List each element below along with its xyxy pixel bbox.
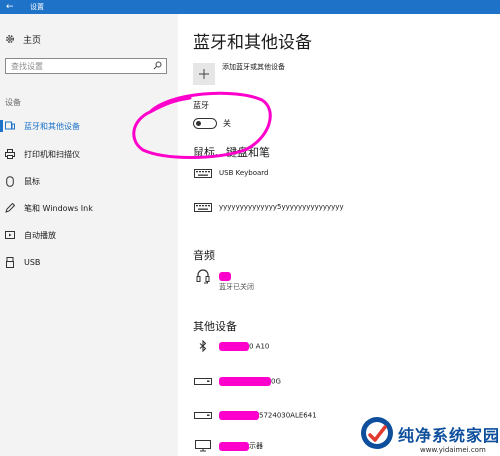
sidebar-home-label: 主页 — [23, 35, 42, 46]
sidebar-item-printers[interactable]: 打印机和扫描仪 — [0, 143, 178, 165]
bluetooth-state: 关 — [223, 119, 231, 128]
sidebar-item-pen[interactable]: 笔和 Windows Ink — [0, 197, 178, 219]
gear-icon — [6, 35, 14, 43]
watermark-url: www.yidaimei.com — [420, 446, 486, 454]
redaction-scribble — [219, 341, 249, 351]
drive-icon — [193, 407, 213, 423]
redaction-scribble — [219, 271, 231, 281]
sidebar-item-bluetooth[interactable]: 蓝牙和其他设备 — [0, 115, 178, 137]
device-name: yyyyyyyyyyyyyy5yyyyyyyyyyyyyyy — [219, 203, 344, 211]
window-title: 设置 — [30, 3, 44, 11]
back-button[interactable]: ← — [6, 0, 14, 14]
device-status: 蓝牙已关闭 — [219, 283, 254, 291]
keyboard-icon — [193, 199, 213, 215]
watermark-brand: 纯净系统家园 — [398, 426, 500, 445]
add-device-label[interactable]: 添加蓝牙或其他设备 — [222, 62, 285, 72]
sidebar-category: 设备 — [5, 98, 21, 107]
watermark-logo-icon — [361, 417, 393, 449]
device-name: 示器 — [219, 441, 263, 451]
sidebar-item-label: 笔和 Windows Ink — [24, 203, 93, 213]
sidebar-item-label: 打印机和扫描仪 — [24, 149, 80, 159]
usb-icon — [4, 256, 16, 268]
autoplay-icon — [4, 230, 16, 240]
sidebar-item-usb[interactable]: USB — [0, 251, 178, 273]
watermark: 纯净系统家园 www.yidaimei.com — [360, 414, 500, 456]
bluetooth-icon — [193, 338, 213, 354]
sidebar-item-label: USB — [24, 257, 41, 267]
mouse-icon — [4, 175, 16, 187]
sidebar-item-autoplay[interactable]: 自动播放 — [0, 224, 178, 246]
page-title: 蓝牙和其他设备 — [193, 33, 312, 53]
pen-icon — [4, 203, 16, 213]
printer-icon — [4, 149, 16, 159]
device-other-1[interactable]: 0 A10 — [193, 338, 269, 354]
main-content: 蓝牙和其他设备 添加蓝牙或其他设备 蓝牙 关 鼠标、键盘和笔 USB Keybo… — [178, 14, 500, 456]
device-name-redacted — [219, 271, 231, 281]
keyboard-icon — [193, 165, 213, 181]
audio-section-heading: 音频 — [193, 249, 215, 262]
bluetooth-toggle[interactable] — [193, 118, 217, 129]
bluetooth-label: 蓝牙 — [193, 101, 209, 110]
headset-icon — [193, 268, 213, 284]
search-input[interactable]: 查找设置 — [5, 58, 167, 74]
sidebar: 主页 查找设置 设备 蓝牙和其他设备 打印机和扫描仪 鼠标 笔和 Windows… — [0, 14, 178, 456]
sidebar-item-label: 蓝牙和其他设备 — [24, 121, 80, 131]
sidebar-home[interactable]: 主页 — [5, 32, 41, 46]
sidebar-item-mouse[interactable]: 鼠标 — [0, 170, 178, 192]
search-icon[interactable] — [153, 61, 162, 70]
redaction-scribble — [219, 376, 271, 386]
redaction-scribble — [219, 410, 259, 420]
device-name: 5724030ALE641 — [219, 410, 317, 420]
device-other-2[interactable]: 0G — [193, 373, 281, 389]
toggle-knob — [196, 120, 201, 126]
mouse-keyboard-section-heading: 鼠标、键盘和笔 — [193, 146, 270, 159]
device-other-3[interactable]: 5724030ALE641 — [193, 407, 317, 423]
bluetooth-devices-icon — [4, 121, 16, 131]
redaction-scribble — [219, 441, 249, 451]
title-bar: ← 设置 — [0, 0, 500, 14]
device-keyboard-2[interactable]: yyyyyyyyyyyyyy5yyyyyyyyyyyyyyy — [193, 199, 344, 215]
device-name: USB Keyboard — [219, 169, 269, 177]
sidebar-item-label: 自动播放 — [24, 230, 56, 240]
device-name: 0G — [219, 376, 281, 386]
device-other-4[interactable]: 示器 — [193, 438, 263, 454]
monitor-icon — [193, 438, 213, 454]
device-usb-keyboard[interactable]: USB Keyboard — [193, 165, 269, 181]
drive-icon — [193, 373, 213, 389]
search-placeholder: 查找设置 — [11, 62, 43, 71]
device-headset[interactable]: 蓝牙已关闭 — [193, 268, 254, 291]
plus-icon — [199, 69, 209, 79]
device-name: 0 A10 — [219, 341, 269, 351]
other-devices-section-heading: 其他设备 — [193, 320, 237, 333]
sidebar-item-label: 鼠标 — [24, 176, 40, 186]
add-device-button[interactable] — [193, 63, 215, 85]
